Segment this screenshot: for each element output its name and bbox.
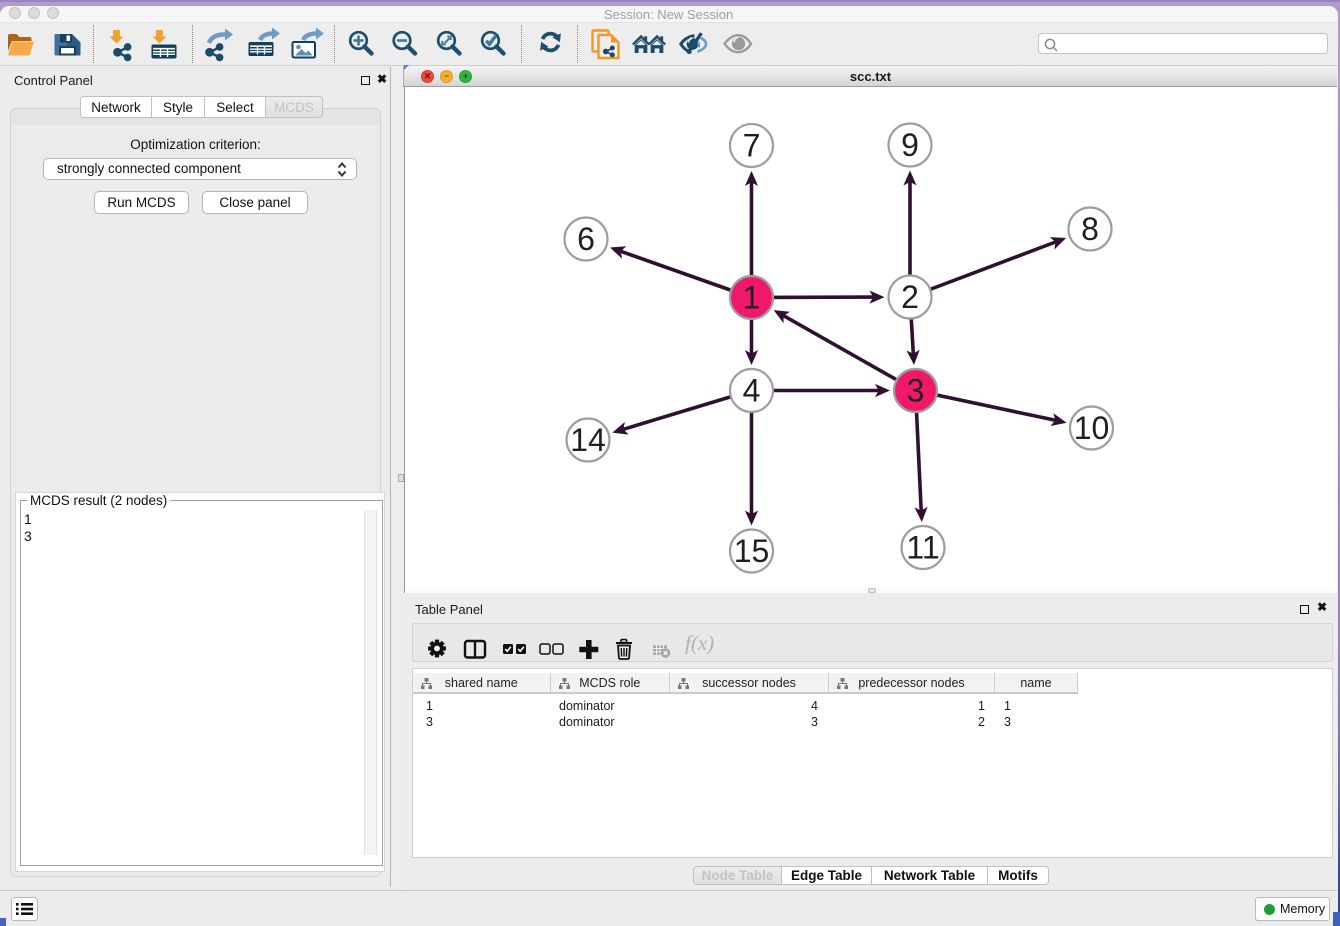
svg-text:4: 4 [743, 373, 761, 409]
svg-text:10: 10 [1074, 410, 1110, 446]
svg-text:7: 7 [743, 128, 761, 164]
svg-text:11: 11 [906, 530, 939, 566]
svg-text:14: 14 [570, 422, 606, 458]
svg-text:6: 6 [577, 221, 595, 257]
svg-text:8: 8 [1081, 211, 1099, 247]
svg-text:2: 2 [901, 279, 919, 315]
svg-text:9: 9 [901, 127, 919, 163]
svg-text:15: 15 [734, 533, 770, 569]
svg-text:1: 1 [743, 280, 761, 316]
svg-text:3: 3 [907, 373, 925, 409]
